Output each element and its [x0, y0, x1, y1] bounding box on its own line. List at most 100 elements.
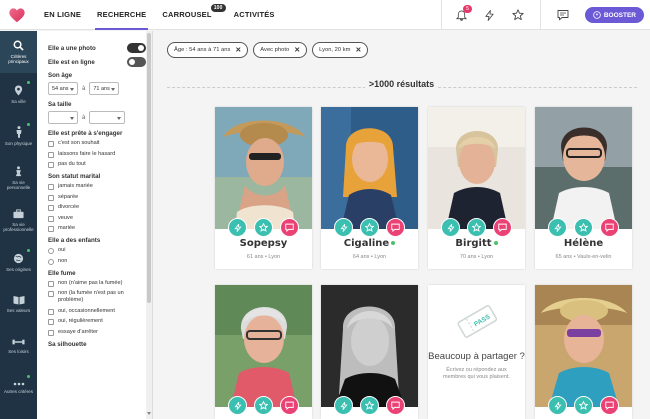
message-button[interactable] — [386, 218, 405, 237]
profile-photo[interactable] — [321, 285, 418, 407]
favorite-button[interactable] — [574, 396, 593, 415]
height-min-select[interactable] — [48, 111, 78, 124]
radio[interactable] — [48, 248, 54, 254]
photo-toggle[interactable] — [127, 43, 146, 53]
smoke-option[interactable]: non (la fumée n'est pas un problème) — [48, 290, 146, 304]
checkbox[interactable] — [48, 162, 54, 168]
flash-button[interactable] — [228, 396, 247, 415]
favorites-button[interactable] — [504, 0, 532, 30]
kids-option[interactable]: non — [48, 258, 146, 265]
favorite-button[interactable] — [254, 218, 273, 237]
filter-scrollbar[interactable] — [146, 31, 152, 419]
engage-option[interactable]: pas du tout — [48, 161, 146, 168]
logo-heart-icon[interactable] — [4, 0, 30, 30]
sidebar-item-vie-professionnelle[interactable]: Sa vie professionnelle — [0, 199, 37, 241]
close-icon[interactable]: ✕ — [235, 46, 241, 54]
flash-button[interactable] — [548, 218, 567, 237]
profile-photo[interactable] — [535, 107, 632, 229]
smoke-option[interactable]: non (n'aime pas la fumée) — [48, 280, 146, 287]
flash-button[interactable] — [441, 218, 460, 237]
scrollbar-thumb[interactable] — [147, 33, 151, 303]
checkbox[interactable] — [48, 319, 54, 325]
checkbox[interactable] — [48, 308, 54, 315]
filter-tag-city[interactable]: Lyon, 20 km ✕ — [312, 42, 369, 58]
checkbox[interactable] — [48, 215, 54, 222]
nav-recherche[interactable]: RECHERCHE — [89, 0, 154, 30]
flash-button[interactable] — [334, 218, 353, 237]
sidebar-item-criteres-principaux[interactable]: Critères principaux — [0, 31, 37, 73]
marital-option[interactable]: mariée — [48, 225, 146, 232]
marital-option[interactable]: jamais mariée — [48, 183, 146, 190]
kids-option[interactable]: oui — [48, 247, 146, 254]
nav-carrousel[interactable]: CARROUSEL 100 — [154, 0, 226, 30]
favorite-button[interactable] — [467, 218, 486, 237]
filter-tag-age[interactable]: Âge : 54 ans à 71 ans ✕ — [167, 42, 249, 58]
favorite-button[interactable] — [360, 396, 379, 415]
smoke-option[interactable]: oui, occasionnellement — [48, 308, 146, 315]
marital-option[interactable]: séparée — [48, 194, 146, 201]
sidebar-item-ses-loisirs[interactable]: Ses loisirs — [0, 325, 37, 367]
nav-activites[interactable]: ACTIVITÉS — [226, 0, 283, 30]
close-icon[interactable]: ✕ — [355, 46, 361, 54]
checkbox[interactable] — [48, 329, 54, 336]
age-max-select[interactable]: 71 ans — [89, 82, 120, 95]
promo-card[interactable]: PASS Beaucoup à partager ? Écrivez ou ré… — [428, 285, 525, 419]
profile-card[interactable]: Cigaline 64 ans • Lyon — [321, 107, 418, 269]
message-button[interactable] — [280, 396, 299, 415]
profile-name[interactable]: Sopepsy — [215, 238, 312, 249]
profile-card[interactable]: Birgitt 70 ans • Lyon — [428, 107, 525, 269]
flash-button[interactable] — [228, 218, 247, 237]
marital-option[interactable]: veuve — [48, 215, 146, 222]
smoke-option[interactable]: essaye d'arrêter — [48, 329, 146, 336]
checkbox[interactable] — [48, 151, 54, 158]
flash-button[interactable] — [548, 396, 567, 415]
online-toggle[interactable] — [127, 57, 146, 67]
favorite-button[interactable] — [360, 218, 379, 237]
age-min-select[interactable]: 54 ans — [48, 82, 78, 95]
checkbox[interactable] — [48, 141, 54, 147]
scroll-down-arrow-icon[interactable] — [147, 412, 151, 417]
engage-option[interactable]: laissons faire le hasard — [48, 151, 146, 158]
message-button[interactable] — [600, 218, 619, 237]
sidebar-item-autres-criteres[interactable]: Autres critères — [0, 367, 37, 409]
sidebar-item-ses-valeurs[interactable]: Ses valeurs — [0, 283, 37, 325]
close-icon[interactable]: ✕ — [294, 46, 300, 54]
profile-photo[interactable] — [535, 285, 632, 407]
flash-button[interactable] — [476, 0, 504, 30]
profile-card[interactable] — [215, 285, 312, 419]
flash-button[interactable] — [334, 396, 353, 415]
profile-photo[interactable] — [428, 107, 525, 229]
notifications-button[interactable]: 5 — [448, 0, 476, 30]
profile-card[interactable] — [535, 285, 632, 419]
message-button[interactable] — [386, 396, 405, 415]
profile-photo[interactable] — [215, 107, 312, 229]
marital-option[interactable]: divorcée — [48, 204, 146, 211]
smoke-option[interactable]: oui, régulièrement — [48, 318, 146, 325]
checkbox[interactable] — [48, 291, 54, 297]
checkbox[interactable] — [48, 194, 54, 201]
sidebar-item-ses-origines[interactable]: Ses origines — [0, 241, 37, 283]
profile-name[interactable]: Birgitt — [428, 238, 525, 249]
filter-tag-photo[interactable]: Avec photo ✕ — [253, 42, 308, 58]
checkbox[interactable] — [48, 205, 54, 211]
favorite-button[interactable] — [254, 396, 273, 415]
profile-card[interactable] — [321, 285, 418, 419]
checkbox[interactable] — [48, 184, 54, 190]
checkbox[interactable] — [48, 226, 54, 232]
message-button[interactable] — [600, 396, 619, 415]
sidebar-item-vie-personnelle[interactable]: Sa vie personnelle — [0, 157, 37, 199]
profile-card[interactable]: Hélène 65 ans • Vaulx-en-velin — [535, 107, 632, 269]
sidebar-item-son-physique[interactable]: Son physique — [0, 115, 37, 157]
profile-name[interactable]: Cigaline — [321, 238, 418, 249]
profile-card[interactable]: Sopepsy 61 ans • Lyon — [215, 107, 312, 269]
message-button[interactable] — [493, 218, 512, 237]
booster-button[interactable]: BOOSTER — [584, 7, 644, 23]
messages-button[interactable] — [549, 0, 577, 30]
favorite-button[interactable] — [574, 218, 593, 237]
profile-name[interactable]: Hélène — [535, 238, 632, 249]
profile-photo[interactable] — [321, 107, 418, 229]
sidebar-item-sa-ville[interactable]: Sa ville — [0, 73, 37, 115]
radio[interactable] — [48, 258, 54, 265]
nav-en-ligne[interactable]: EN LIGNE — [36, 0, 89, 30]
checkbox[interactable] — [48, 280, 54, 287]
